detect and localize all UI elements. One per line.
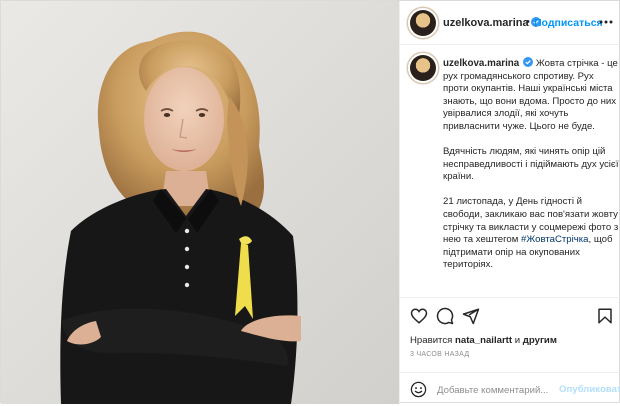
post-actions: Нравится nata_nailartt и другим 3 часов … (400, 297, 620, 405)
paper-plane-icon[interactable] (462, 307, 480, 325)
heart-icon[interactable] (410, 307, 428, 325)
caption-paragraph-3: 21 листопада, у День гідності й свободи,… (443, 196, 619, 272)
follow-button[interactable]: Подписаться (534, 17, 603, 29)
smiley-icon[interactable] (410, 381, 427, 398)
caption-area: uzelkova.marina Жовта стрічка - це рух г… (400, 45, 620, 297)
author-username-text[interactable]: uzelkova.marina (443, 17, 529, 29)
likes-prefix: Нравится (410, 335, 453, 346)
caption-verified-badge-icon (523, 57, 534, 67)
bookmark-icon[interactable] (596, 307, 614, 325)
caption-paragraph-2: Вдячність людям, які чинять опір цій нес… (443, 146, 619, 183)
add-comment-row: Опубликовать (400, 372, 620, 406)
post-photo[interactable] (1, 1, 399, 404)
more-options-icon[interactable] (598, 14, 614, 30)
likes-conjunction: и (514, 335, 521, 346)
liker-username[interactable]: nata_nailartt (455, 335, 512, 346)
publish-button[interactable]: Опубликовать (559, 384, 620, 395)
comment-bubble-icon[interactable] (436, 307, 454, 325)
caption-paragraph-1: uzelkova.marina Жовта стрічка - це рух г… (443, 57, 619, 134)
comment-input[interactable] (437, 382, 557, 398)
post-side-panel: uzelkova.marina • Подписаться uzelkova.m… (399, 1, 620, 404)
post-caption: uzelkova.marina Жовта стрічка - це рух г… (443, 57, 619, 284)
woman-portrait-illustration (1, 1, 399, 404)
post-header: uzelkova.marina • Подписаться (400, 1, 620, 45)
likes-summary: Нравится nata_nailartt и другим (410, 335, 557, 346)
instagram-post-modal: uzelkova.marina • Подписаться uzelkova.m… (0, 0, 620, 404)
header-separator: • (526, 16, 530, 28)
post-timestamp[interactable]: 3 часов назад (410, 351, 469, 358)
caption-author-avatar[interactable] (410, 55, 436, 81)
likes-others-link[interactable]: другим (523, 335, 557, 346)
hashtag-link[interactable]: #ЖовтаСтрічка (521, 234, 588, 245)
caption-username[interactable]: uzelkova.marina (443, 58, 519, 69)
caption-text-1: Жовта стрічка - це рух громадянського сп… (443, 58, 618, 132)
author-avatar[interactable] (410, 10, 436, 36)
